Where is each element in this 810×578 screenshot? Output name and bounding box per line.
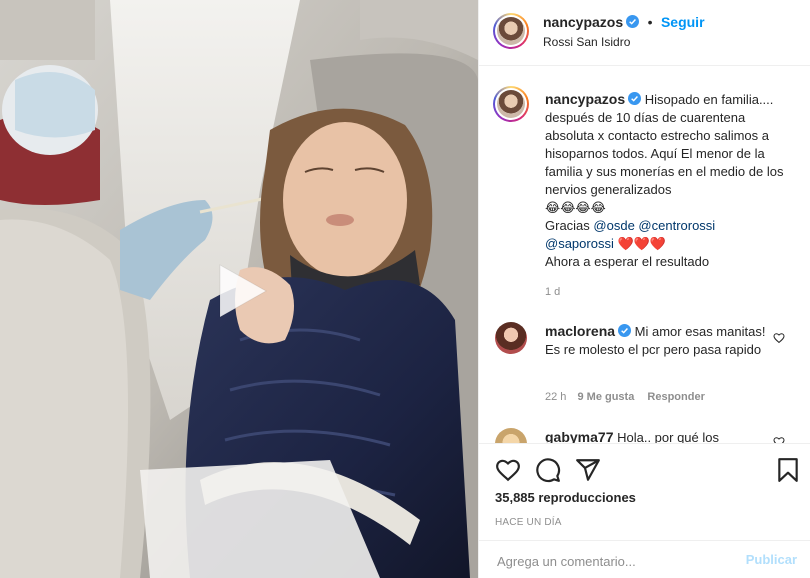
publish-button[interactable]: Publicar [746, 552, 797, 567]
caption-emojis: 😂😂😂😂 [545, 200, 606, 215]
comment-username[interactable]: gabyma77 [545, 429, 613, 443]
caption-age[interactable]: 1 d [545, 286, 560, 298]
caption-text: Hisopado en familia.... después de 10 dí… [545, 92, 784, 197]
post-time[interactable]: HACE UN DÍA [495, 517, 562, 528]
comment-input[interactable] [495, 549, 729, 573]
share-icon[interactable] [575, 457, 601, 483]
caption-username[interactable]: nancypazos [545, 91, 625, 107]
comment-like-heart-icon[interactable] [773, 436, 785, 444]
follow-button[interactable]: Seguir [661, 14, 705, 30]
bookmark-icon[interactable] [775, 457, 801, 483]
comment-likes[interactable]: 9 Me gusta [577, 391, 634, 403]
comment-age[interactable]: 22 h [545, 391, 566, 403]
play-icon[interactable] [208, 259, 272, 323]
comment-meta: 22 h 9 Me gusta Responder [545, 391, 705, 403]
comment-text: Hola.. por qué los [617, 430, 720, 444]
post-details-panel: nancypazos • Seguir Rossi San Isidro nan… [478, 0, 810, 578]
avatar[interactable] [493, 13, 529, 49]
header-user-line: nancypazos • Seguir [543, 14, 705, 32]
reply-button[interactable]: Responder [647, 391, 704, 403]
view-count[interactable]: 35,885 reproducciones [495, 490, 636, 505]
comment-icon[interactable] [535, 457, 561, 483]
mention-saporossi[interactable]: @saporossi [545, 236, 614, 251]
header-username[interactable]: nancypazos [543, 14, 623, 30]
caption-closing: Ahora a esperar el resultado [545, 254, 710, 269]
caption-thanks: Gracias [545, 218, 594, 233]
post-header: nancypazos • Seguir Rossi San Isidro [479, 0, 810, 66]
header-separator: • [647, 14, 653, 30]
post-location[interactable]: Rossi San Isidro [543, 35, 630, 49]
caption-avatar[interactable] [493, 86, 529, 122]
video-player[interactable] [0, 0, 478, 578]
comments-scroll-area[interactable]: nancypazos Hisopado en familia.... despu… [479, 66, 810, 444]
caption-hearts: ❤️❤️❤️ [617, 236, 667, 251]
add-comment-bar: Publicar [479, 540, 810, 578]
caption: nancypazos Hisopado en familia.... despu… [545, 90, 795, 271]
post-actions: 35,885 reproducciones HACE UN DÍA [479, 444, 810, 540]
comment-avatar[interactable] [495, 428, 527, 443]
comment-item: maclorena Mi amor esas manitas! Es re mo… [545, 322, 767, 359]
mention-osde[interactable]: @osde [593, 218, 634, 233]
comment-item: gabyma77 Hola.. por qué los [545, 428, 767, 444]
verified-badge-icon [618, 324, 632, 337]
comment-username[interactable]: maclorena [545, 323, 615, 339]
comment-like-heart-icon[interactable] [773, 332, 785, 344]
mention-centrorossi[interactable]: @centrorossi [638, 218, 715, 233]
heart-icon[interactable] [495, 457, 521, 483]
verified-badge-icon [628, 92, 642, 105]
verified-badge-icon [626, 15, 640, 28]
comment-avatar[interactable] [495, 322, 527, 354]
